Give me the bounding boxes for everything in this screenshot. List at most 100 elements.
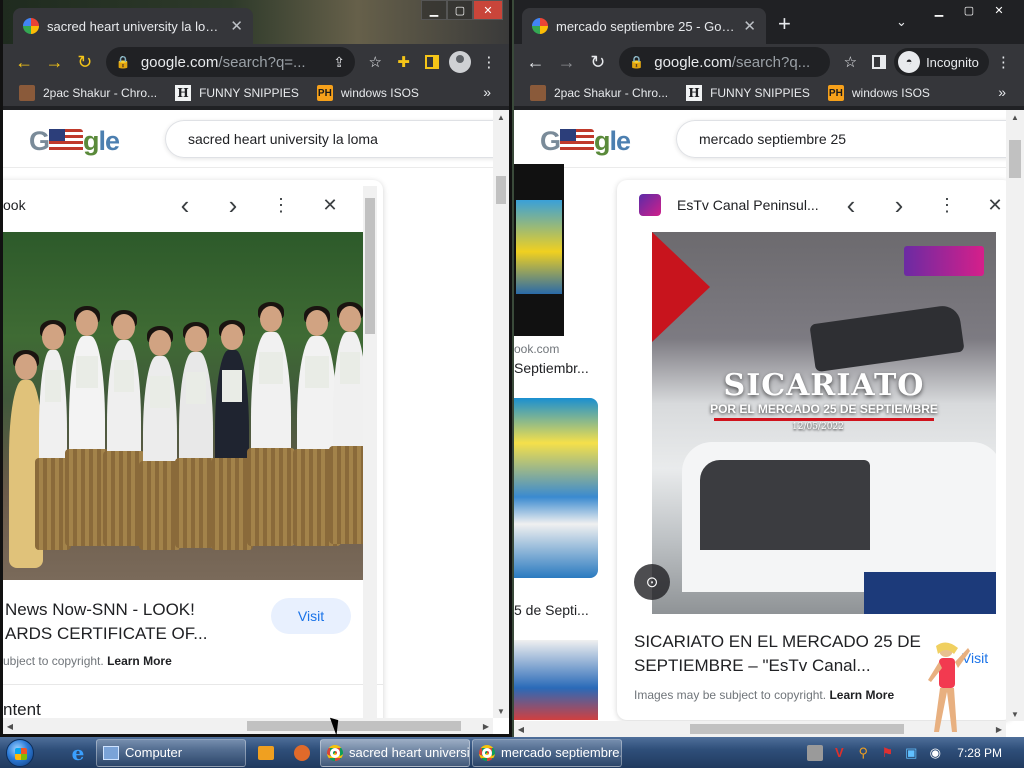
bookmark-star-icon[interactable]: ☆ [361,47,389,77]
result-thumbnail-1[interactable] [514,164,564,336]
new-tab-button[interactable]: + [778,12,791,36]
google-lens-icon[interactable]: ⊙ [634,564,670,600]
prev-image-button[interactable]: ‹ [172,190,198,220]
left-page-horizontal-scrollbar[interactable]: ◀ ▶ [3,718,493,734]
scroll-up-icon[interactable]: ▲ [493,110,509,124]
close-panel-icon[interactable]: ✕ [982,192,1008,218]
right-search-input[interactable]: mercado septiembre 25 [676,120,1014,158]
side-panel-button[interactable] [865,47,894,77]
left-tab-strip: sacred heart university la loma - ✕ ▁ ▢ … [3,0,509,44]
left-preview-image[interactable] [3,232,367,580]
extensions-puzzle-icon[interactable]: ✚ [389,47,417,77]
tray-flag-icon[interactable]: ⚑ [879,745,895,761]
back-button[interactable]: ← [520,46,551,78]
back-button[interactable]: ← [9,46,39,78]
left-page-hscroll-thumb[interactable] [247,721,461,731]
bookmark-2pac[interactable]: 2pac Shakur - Chro... [19,85,157,101]
left-address-bar[interactable]: 🔒 google.com/search?q=... ⇪ [105,47,355,77]
bookmark-funny-snippies[interactable]: H FUNNY SNIPPIES [175,85,299,101]
right-preview-image[interactable]: SICARIATO POR EL MERCADO 25 DE SEPTIEMBR… [652,232,996,614]
left-panel-source[interactable]: ook [3,197,26,213]
scroll-down-icon[interactable]: ▼ [1006,707,1024,721]
maximize-button[interactable]: ▢ [954,0,984,20]
windows-orb-icon [6,738,34,767]
scroll-right-icon[interactable]: ▶ [992,721,1006,737]
tray-volume-icon[interactable]: ◉ [927,745,943,761]
prev-image-button[interactable]: ‹ [838,190,864,220]
internet-explorer-icon[interactable]: e [60,739,96,767]
left-active-tab[interactable]: sacred heart university la loma - ✕ [13,8,253,44]
left-panel-scrollbar[interactable] [363,186,377,734]
reload-button[interactable]: ↻ [70,46,100,78]
right-result-title[interactable]: SICARIATO EN EL MERCADO 25 DE SEPTIEMBRE… [634,630,934,678]
result-source-label: ook.com [514,342,560,356]
tray-app-icon[interactable] [807,744,824,761]
left-page-scroll-thumb[interactable] [496,176,506,204]
result-thumbnail-2[interactable] [514,398,598,578]
bookmark-star-icon[interactable]: ☆ [836,47,865,77]
bookmark-2pac[interactable]: 2pac Shakur - Chro... [530,85,668,101]
bookmark-funny-snippies[interactable]: H FUNNY SNIPPIES [686,85,810,101]
tray-v-icon[interactable]: V [831,745,847,761]
scroll-left-icon[interactable]: ◀ [3,718,17,734]
tray-network-icon[interactable]: ▣ [903,745,919,761]
app-launcher-icon[interactable] [284,739,320,767]
close-panel-icon[interactable]: ✕ [317,192,343,218]
profile-button[interactable] [446,47,474,77]
bookmark-windows-isos[interactable]: PH windows ISOS [316,85,419,101]
result-caption-2[interactable]: 5 de Septi... [514,602,589,618]
scroll-up-icon[interactable]: ▲ [1006,110,1024,124]
more-options-icon[interactable]: ⋮ [268,192,294,218]
side-panel-button[interactable] [418,47,446,77]
forward-button[interactable]: → [551,46,582,78]
start-button[interactable] [0,737,40,768]
bookmarks-overflow-icon[interactable]: » [998,84,1006,100]
right-address-bar[interactable]: 🔒 google.com/search?q... [619,47,830,77]
forward-button[interactable]: → [39,46,69,78]
bookmark-windows-isos[interactable]: PH windows ISOS [827,85,930,101]
next-image-button[interactable]: › [220,190,246,220]
left-visit-button[interactable]: Visit [271,598,351,634]
google-doodle-logo[interactable]: Ggle [29,126,120,157]
taskbar-computer[interactable]: Computer [96,738,246,767]
google-doodle-logo[interactable]: Ggle [540,126,631,157]
chrome-menu-button[interactable]: ⋮ [475,47,503,77]
right-page-scroll-thumb[interactable] [1009,140,1021,178]
tab-search-chevron-icon[interactable]: ⌄ [896,14,907,30]
left-result-title[interactable]: News Now-SNN - LOOK! ARDS CERTIFICATE OF… [5,598,207,646]
right-page-hscroll-thumb[interactable] [690,724,904,734]
tray-search-icon[interactable]: ⚲ [855,745,871,761]
close-window-button[interactable]: ✕ [473,0,503,20]
media-player-icon[interactable] [248,739,284,767]
left-tab-close-icon[interactable]: ✕ [230,17,243,35]
taskbar-sacred-heart-window[interactable]: sacred heart universi... [320,738,470,767]
minimize-button[interactable]: ▁ [421,0,447,20]
scroll-down-icon[interactable]: ▼ [493,704,509,718]
result-thumbnail-3[interactable] [514,640,598,720]
taskbar-clock[interactable]: 7:28 PM [957,746,1002,760]
chrome-menu-button[interactable]: ⋮ [989,47,1018,77]
right-active-tab[interactable]: mercado septiembre 25 - Google ✕ [522,8,766,44]
share-icon[interactable]: ⇪ [333,54,345,71]
more-options-icon[interactable]: ⋮ [934,192,960,218]
ph-favicon-icon: PH [316,85,333,101]
right-learn-more-link[interactable]: Learn More [829,688,894,702]
incognito-badge[interactable]: ◓ Incognito [894,48,989,76]
next-image-button[interactable]: › [886,190,912,220]
minimize-button[interactable]: ▁ [924,0,954,20]
reload-button[interactable]: ↻ [582,46,613,78]
right-tab-close-icon[interactable]: ✕ [743,17,756,35]
taskbar-mercado-window[interactable]: mercado septiembre... [472,738,622,767]
bookmarks-overflow-icon[interactable]: » [483,84,491,100]
result-caption-1[interactable]: Septiembr... [514,360,589,376]
left-search-input[interactable]: sacred heart university la loma [165,120,499,158]
left-panel-scroll-thumb[interactable] [365,198,375,334]
right-panel-source[interactable]: EsTv Canal Peninsul... [677,197,819,213]
left-page-vertical-scrollbar[interactable]: ▲ ▼ [493,110,509,718]
close-window-button[interactable]: ✕ [984,0,1014,20]
right-page-vertical-scrollbar[interactable]: ▲ ▼ [1006,110,1024,721]
scroll-left-icon[interactable]: ◀ [514,721,528,737]
scroll-right-icon[interactable]: ▶ [479,718,493,734]
maximize-button[interactable]: ▢ [447,0,473,20]
left-learn-more-link[interactable]: Learn More [107,654,172,668]
